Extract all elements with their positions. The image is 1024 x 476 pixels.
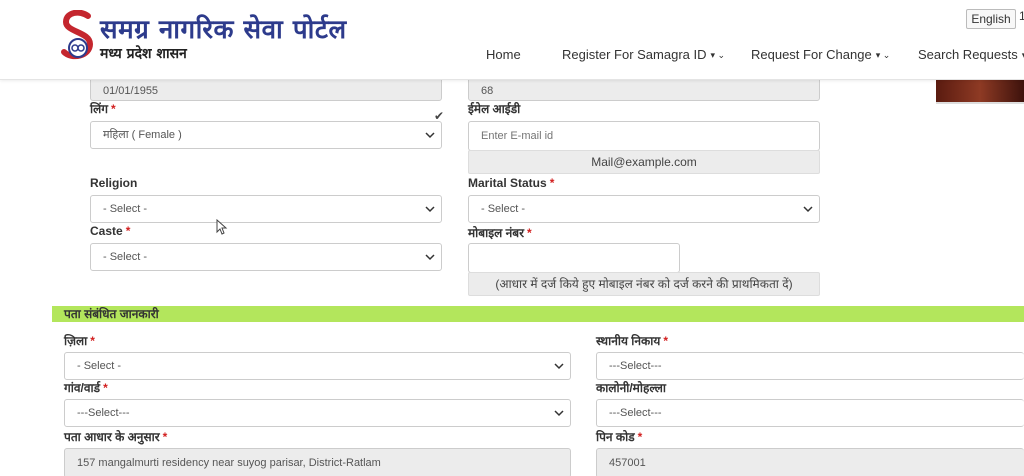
gender-label: लिंग *	[90, 102, 116, 116]
marital-status-select[interactable]: - Select -	[468, 195, 820, 223]
language-button[interactable]: English	[966, 9, 1016, 29]
village-ward-label: गांव/वार्ड *	[64, 381, 108, 395]
local-body-label: स्थानीय निकाय *	[596, 334, 668, 348]
address-section-title: पता संबंधित जानकारी	[64, 307, 159, 321]
email-input[interactable]	[468, 121, 820, 151]
gender-value: महिला ( Female )	[103, 129, 182, 141]
gender-select[interactable]: महिला ( Female )	[90, 121, 442, 149]
religion-label: Religion	[90, 176, 138, 190]
colony-value: ---Select---	[609, 407, 662, 419]
chevron-down-icon	[425, 254, 435, 261]
district-value: - Select -	[77, 360, 122, 372]
local-body-value: ---Select---	[609, 360, 662, 372]
colony-label: कालोनी/मोहल्ला	[596, 381, 666, 395]
address-section-bar	[52, 306, 1024, 322]
nav-register[interactable]: Register For Samagra ID ▾ ⌄	[562, 47, 725, 62]
nav-request-change-label: Request For Change	[751, 47, 872, 62]
site-header: समग्र नागरिक सेवा पोर्टल मध्य प्रदेश शास…	[0, 0, 1024, 80]
email-hint: Mail@example.com	[468, 150, 820, 174]
chevron-down-icon: ▾ ⌄	[710, 50, 726, 60]
nav-register-label: Register For Samagra ID	[562, 47, 707, 62]
language-edge-text: 1	[1019, 9, 1024, 23]
profile-photo	[936, 80, 1024, 104]
chevron-down-icon	[803, 206, 813, 213]
pincode-field[interactable]: 457001	[596, 448, 1024, 476]
marital-status-label: Marital Status *	[468, 176, 555, 190]
aadhaar-address-label: पता आधार के अनुसार *	[64, 430, 168, 444]
chevron-down-icon	[425, 206, 435, 213]
caste-value: - Select -	[103, 251, 148, 263]
chevron-down-icon	[425, 132, 435, 139]
local-body-select[interactable]: ---Select---	[596, 352, 1024, 380]
nav-search-requests-label: Search Requests	[918, 47, 1018, 62]
aadhaar-address-field[interactable]: 157 mangalmurti residency near suyog par…	[64, 448, 571, 476]
village-ward-value: ---Select---	[77, 407, 130, 419]
mouse-cursor-icon	[216, 219, 228, 235]
caste-label: Caste *	[90, 224, 131, 238]
nav-search-requests[interactable]: Search Requests▾	[918, 47, 1024, 62]
district-select[interactable]: - Select -	[64, 352, 571, 380]
religion-value: - Select -	[103, 203, 148, 215]
pincode-label: पिन कोड *	[596, 430, 643, 444]
brand-title: समग्र नागरिक सेवा पोर्टल	[100, 15, 347, 45]
chevron-down-icon: ▾ ⌄	[875, 50, 891, 60]
marital-status-value: - Select -	[481, 203, 526, 215]
village-ward-select[interactable]: ---Select---	[64, 399, 571, 427]
samagra-logo-icon[interactable]	[60, 10, 96, 62]
religion-select[interactable]: - Select -	[90, 195, 442, 223]
chevron-down-icon	[554, 410, 564, 417]
nav-home-label: Home	[486, 47, 521, 62]
caste-select[interactable]: - Select -	[90, 243, 442, 271]
brand-subtitle: मध्य प्रदेश शासन	[100, 46, 187, 62]
mobile-hint: (आधार में दर्ज किये हुए मोबाइल नंबर को द…	[468, 272, 820, 296]
email-label: ईमेल आईडी	[468, 102, 521, 116]
colony-select[interactable]: ---Select---	[596, 399, 1024, 427]
mobile-input[interactable]	[468, 243, 680, 273]
mobile-label: मोबाइल नंबर *	[468, 226, 532, 240]
nav-request-change[interactable]: Request For Change ▾ ⌄	[751, 47, 890, 62]
nav-home[interactable]: Home	[486, 47, 521, 62]
chevron-down-icon	[554, 363, 564, 370]
district-label: ज़िला *	[64, 334, 95, 348]
